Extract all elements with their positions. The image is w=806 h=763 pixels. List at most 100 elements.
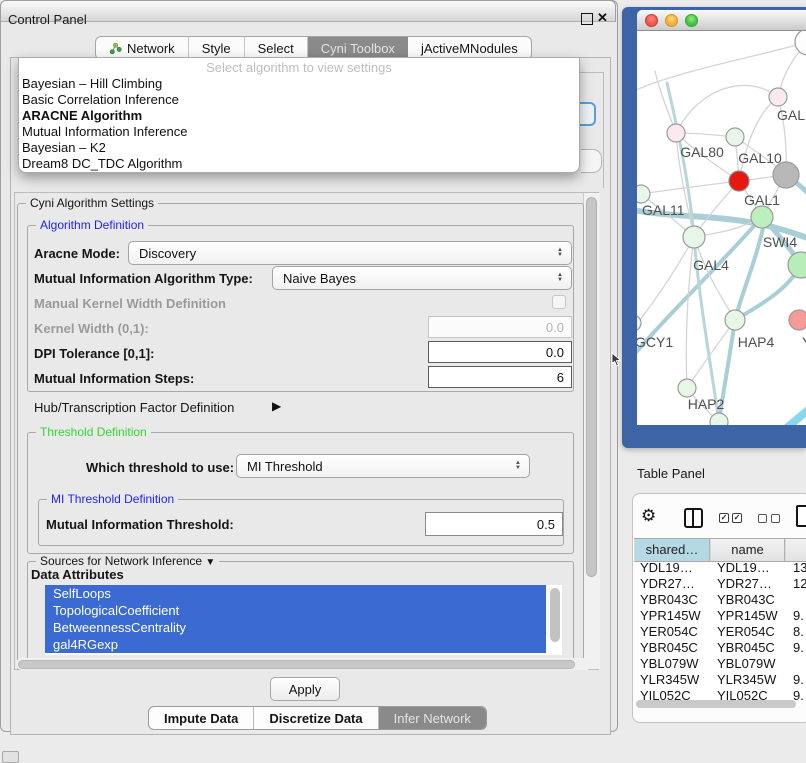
dropdown-item-basic-correlation-inference[interactable]: Basic Correlation Inference — [19, 92, 579, 108]
cell: 9. — [793, 608, 804, 624]
node-label-gal11: GAL11 — [642, 202, 685, 218]
dropdown-item-aracne-algorithm[interactable]: ARACNE Algorithm — [19, 108, 579, 124]
mouse-cursor — [610, 352, 623, 367]
table-row[interactable]: YER054CYER054C8. — [634, 624, 806, 640]
network-node[interactable] — [637, 185, 650, 203]
collapse-triangle-icon[interactable]: ▼ — [205, 557, 215, 568]
table-row[interactable]: YBR043CYBR043C — [634, 592, 806, 608]
attributes-scrollbar-thumb[interactable] — [550, 588, 560, 642]
network-node[interactable] — [795, 31, 806, 55]
combo-stepper-icon: ▲▼ — [557, 273, 563, 283]
network-node[interactable] — [788, 252, 806, 278]
settings-vscrollbar-thumb[interactable] — [586, 197, 597, 577]
cell: YBR043C — [717, 592, 775, 608]
mi-steps-field[interactable]: 6 — [428, 366, 572, 388]
settings-hscrollbar-thumb[interactable] — [18, 660, 575, 669]
node-label-y: Y — [802, 334, 806, 350]
expand-triangle-icon[interactable]: ▶ — [272, 399, 281, 413]
network-icon — [109, 42, 122, 55]
columns-icon[interactable] — [684, 508, 703, 528]
table-row[interactable]: YBR045CYBR045C9. — [634, 640, 806, 656]
which-threshold-value: MI Threshold — [247, 459, 323, 474]
node-label-gal: GAL — [777, 107, 805, 123]
node-label-gal80: GAL80 — [680, 144, 724, 160]
tab-jactivemnodules[interactable]: jActiveMNodules — [408, 37, 531, 59]
column-header-name[interactable]: name — [710, 539, 785, 561]
network-node[interactable] — [678, 379, 696, 397]
network-canvas[interactable]: GALGAL80GAL10GAL1GAL11SWI4GAL4GCY1HAP4YH… — [637, 31, 806, 425]
tab-label: Network — [127, 41, 175, 56]
network-node[interactable] — [751, 206, 773, 228]
aracne-mode-combo[interactable]: Discovery ▲▼ — [128, 241, 572, 265]
attribute-item-gal4rgexp[interactable]: gal4RGexp — [45, 636, 546, 653]
tab-cyni-toolbox[interactable]: Cyni Toolbox — [308, 37, 408, 59]
network-node[interactable] — [667, 124, 685, 142]
tab-impute-data[interactable]: Impute Data — [149, 707, 254, 729]
attribute-item-selfloops[interactable]: SelfLoops — [45, 585, 546, 602]
table-row[interactable]: YLR345WYLR345W9. — [634, 672, 806, 688]
column-header-shared[interactable]: shared… — [634, 539, 710, 561]
unchecked-checkbox-icon[interactable] — [758, 514, 767, 523]
tab-infer-network[interactable]: Infer Network — [379, 707, 486, 729]
node-label-gal10: GAL10 — [738, 150, 782, 166]
network-node[interactable] — [710, 413, 728, 425]
close-icon[interactable]: ✕ — [597, 10, 608, 26]
tab-network[interactable]: Network — [96, 37, 189, 59]
dropdown-item-bayesian-hill-climbing[interactable]: Bayesian – Hill Climbing — [19, 76, 579, 92]
tab-style[interactable]: Style — [189, 37, 245, 59]
column-header-2[interactable] — [785, 539, 806, 561]
node-label-hap2: HAP2 — [688, 396, 725, 412]
cell: YLR345W — [717, 672, 776, 688]
network-node[interactable] — [729, 171, 749, 191]
minimize-window-icon[interactable] — [665, 14, 678, 27]
table-hscrollbar-thumb[interactable] — [636, 700, 796, 708]
aracne-mode-value: Discovery — [139, 246, 196, 261]
dropdown-item-mutual-information-inference[interactable]: Mutual Information Inference — [19, 124, 579, 140]
algorithm-dropdown-items: Bayesian – Hill ClimbingBasic Correlatio… — [19, 76, 579, 172]
network-graph: GALGAL80GAL10GAL1GAL11SWI4GAL4GCY1HAP4YH… — [637, 31, 806, 425]
dock-panel-button[interactable] — [2, 751, 19, 763]
algorithm-dropdown-placeholder: Select algorithm to view settings — [19, 60, 579, 76]
network-node[interactable] — [725, 310, 745, 330]
zoom-window-icon[interactable] — [685, 14, 698, 27]
unchecked-checkbox-icon[interactable] — [771, 514, 780, 523]
network-node[interactable] — [726, 128, 744, 146]
which-threshold-label: Which threshold to use: — [86, 460, 234, 475]
document-icon[interactable] — [796, 505, 806, 527]
network-node[interactable] — [789, 310, 806, 330]
float-window-icon[interactable] — [581, 13, 593, 25]
dropdown-item-dream8-dc-tdc-algorithm[interactable]: Dream8 DC_TDC Algorithm — [19, 156, 579, 172]
tab-select[interactable]: Select — [245, 37, 308, 59]
node-label-swi4: SWI4 — [763, 234, 797, 250]
which-threshold-combo[interactable]: MI Threshold ▲▼ — [236, 454, 530, 478]
attribute-item-topologicalcoefficient[interactable]: TopologicalCoefficient — [45, 602, 546, 619]
gear-icon[interactable]: ⚙ — [641, 506, 656, 526]
algorithm-dropdown-popup: Select algorithm to view settings Bayesi… — [18, 57, 580, 173]
cell: YDL19… — [640, 560, 693, 576]
checked-checkbox-icon[interactable]: ✓ — [732, 513, 742, 523]
attribute-item-betweennesscentrality[interactable]: BetweennessCentrality — [45, 619, 546, 636]
table-row[interactable]: YDL19…YDL19…13 — [634, 560, 806, 576]
network-node[interactable] — [683, 226, 705, 248]
aracne-mode-label: Aracne Mode: — [34, 246, 120, 261]
checked-checkbox-icon[interactable]: ✓ — [719, 513, 729, 523]
table-row[interactable]: YPR145WYPR145W9. — [634, 608, 806, 624]
mi-type-combo[interactable]: Naive Bayes ▲▼ — [272, 266, 572, 290]
data-attributes-list[interactable]: SelfLoopsTopologicalCoefficientBetweenne… — [45, 585, 562, 655]
table-rows[interactable]: YDL19…YDL19…13YDR27…YDR27…12YBR043CYBR04… — [634, 560, 806, 701]
close-window-icon[interactable] — [645, 14, 658, 27]
network-node[interactable] — [769, 88, 787, 106]
cell: YDR27… — [717, 576, 772, 592]
apply-button[interactable]: Apply — [270, 677, 340, 701]
dpi-tolerance-field[interactable]: 0.0 — [428, 341, 572, 363]
kernel-width-field[interactable]: 0.0 — [428, 316, 572, 338]
table-row[interactable]: YDR27…YDR27…12 — [634, 576, 806, 592]
dropdown-item-bayesian-k2[interactable]: Bayesian – K2 — [19, 140, 579, 156]
mi-threshold-field[interactable]: 0.5 — [425, 512, 563, 536]
kernel-width-label: Kernel Width (0,1): — [34, 321, 149, 336]
network-node[interactable] — [637, 315, 641, 331]
table-row[interactable]: YBL079WYBL079W — [634, 656, 806, 672]
tab-label: Style — [202, 41, 231, 56]
tab-discretize-data[interactable]: Discretize Data — [254, 707, 378, 729]
manual-kernel-checkbox[interactable] — [552, 295, 566, 309]
